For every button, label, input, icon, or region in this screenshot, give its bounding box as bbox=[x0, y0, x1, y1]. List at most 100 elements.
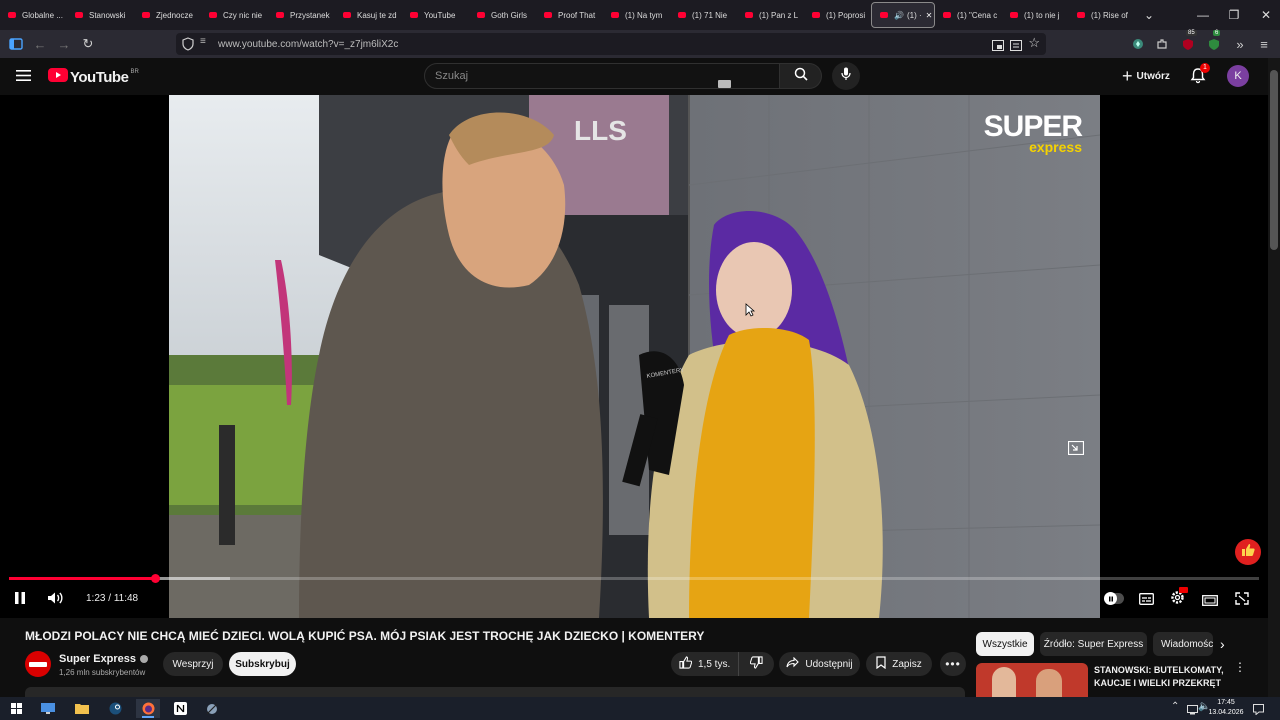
tab-2[interactable]: Zjednocze bbox=[134, 2, 201, 28]
youtube-favicon-icon bbox=[477, 12, 485, 18]
voice-search-button[interactable] bbox=[832, 62, 860, 90]
url-bar[interactable]: ≡ www.youtube.com/watch?v=_z7jm6liX2c ☆ bbox=[176, 33, 1046, 55]
search-button[interactable] bbox=[780, 63, 822, 89]
tab-13-active[interactable]: 🔊 (1) · ✕ bbox=[871, 2, 935, 28]
create-button[interactable]: + Utwórz bbox=[1116, 65, 1176, 87]
watermark-super: SUPER bbox=[983, 110, 1083, 143]
more-actions-button[interactable]: ••• bbox=[940, 652, 966, 676]
channel-name[interactable]: Super Express bbox=[59, 653, 136, 665]
tab-16[interactable]: (1) Rise of bbox=[1069, 2, 1136, 28]
share-label: Udostępnij bbox=[805, 658, 853, 670]
verified-check-icon bbox=[140, 655, 149, 663]
video-frame[interactable]: KOMENTERY LLS SUPER express bbox=[169, 95, 1100, 618]
more-tools-chevron-icon[interactable]: » bbox=[1228, 32, 1252, 56]
permissions-icon[interactable]: ≡ bbox=[200, 36, 206, 47]
chip-all[interactable]: Wszystkie bbox=[976, 632, 1034, 656]
settings-button[interactable] bbox=[1170, 587, 1188, 610]
ublock-extension-icon[interactable]: 85 bbox=[1176, 30, 1200, 56]
app-menu-icon[interactable]: ≡ bbox=[1252, 32, 1276, 56]
minimize-icon[interactable]: — bbox=[1186, 0, 1220, 30]
reload-icon[interactable]: ↻ bbox=[76, 32, 100, 56]
search-input[interactable]: Szukaj bbox=[424, 63, 780, 89]
share-button[interactable]: Udostępnij bbox=[779, 652, 860, 676]
list-all-tabs-icon[interactable]: ⌄ bbox=[1132, 0, 1166, 30]
windows-start-icon[interactable] bbox=[6, 699, 26, 718]
store-sign-text: LLS bbox=[574, 115, 627, 146]
sidebar-toggle-icon[interactable] bbox=[4, 32, 28, 56]
progress-played bbox=[9, 577, 156, 580]
tab-3[interactable]: Czy nic nie bbox=[201, 2, 268, 28]
tray-chevron-up-icon[interactable]: ⌃ bbox=[1171, 701, 1179, 712]
tab-5[interactable]: Kasuj te zd bbox=[335, 2, 402, 28]
steam-icon[interactable] bbox=[105, 699, 125, 718]
computer-app-icon[interactable] bbox=[38, 699, 58, 718]
video-player[interactable]: KOMENTERY LLS SUPER express 1:23 / 11:48 bbox=[0, 95, 1268, 618]
fullscreen-button[interactable] bbox=[1235, 592, 1249, 610]
progress-scrubber-handle[interactable] bbox=[150, 574, 160, 583]
channel-avatar[interactable] bbox=[25, 651, 51, 677]
back-icon[interactable]: ← bbox=[28, 32, 52, 56]
dislike-button[interactable] bbox=[739, 652, 773, 676]
tab-14[interactable]: (1) "Cena c bbox=[935, 2, 1002, 28]
tab-15[interactable]: (1) to nie j bbox=[1002, 2, 1069, 28]
restore-icon[interactable]: ❐ bbox=[1217, 0, 1251, 30]
page-scrollbar[interactable] bbox=[1268, 58, 1280, 697]
firefox-icon[interactable] bbox=[136, 699, 160, 718]
like-button[interactable]: 1,5 tys. bbox=[671, 652, 739, 676]
mute-button[interactable] bbox=[47, 591, 65, 610]
subscribe-button[interactable]: Subskrybuj bbox=[229, 652, 296, 676]
green-extension-icon[interactable]: 6 bbox=[1202, 30, 1226, 56]
like-count: 1,5 tys. bbox=[698, 658, 731, 670]
thumbs-up-extension-button[interactable] bbox=[1235, 539, 1261, 565]
chip-label: Źródło: Super Express bbox=[1043, 638, 1144, 650]
close-window-icon[interactable]: ✕ bbox=[1249, 0, 1280, 30]
tab-6[interactable]: YouTube bbox=[402, 2, 469, 28]
speaker-icon[interactable]: 🔊 bbox=[894, 11, 904, 20]
youtube-favicon-icon bbox=[209, 12, 217, 18]
theater-mode-button[interactable] bbox=[1202, 593, 1218, 611]
chip-source-super-express[interactable]: Źródło: Super Express bbox=[1040, 632, 1147, 656]
bookmark-star-icon[interactable]: ☆ bbox=[1028, 35, 1040, 51]
tab-0[interactable]: Globalne ... bbox=[0, 2, 67, 28]
clock[interactable]: 17:45 13.04.2026 bbox=[1205, 698, 1247, 718]
network-icon[interactable] bbox=[1187, 702, 1198, 720]
scrollbar-thumb[interactable] bbox=[1270, 70, 1278, 250]
notifications-center-icon[interactable] bbox=[1253, 702, 1264, 720]
file-explorer-icon[interactable] bbox=[72, 699, 92, 718]
clock-date: 13.04.2026 bbox=[1208, 709, 1244, 716]
reader-view-icon[interactable] bbox=[1010, 38, 1022, 56]
tab-12[interactable]: (1) Poprosi bbox=[804, 2, 871, 28]
chips-next-chevron-icon[interactable]: › bbox=[1220, 636, 1225, 652]
youtube-logo[interactable]: YouTube BR bbox=[48, 68, 139, 87]
notifications-button[interactable]: 1 bbox=[1190, 63, 1210, 89]
tab-10[interactable]: (1) 71 Nie bbox=[670, 2, 737, 28]
save-button[interactable]: Zapisz bbox=[866, 652, 932, 676]
subtitles-button[interactable] bbox=[1139, 592, 1154, 610]
extensions-puzzle-icon[interactable] bbox=[1150, 32, 1174, 56]
tab-9[interactable]: (1) Na tym bbox=[603, 2, 670, 28]
forward-icon[interactable]: → bbox=[52, 32, 76, 56]
satellite-app-icon[interactable] bbox=[202, 699, 222, 718]
keyboard-icon[interactable] bbox=[718, 73, 731, 97]
site-info-icon[interactable] bbox=[182, 37, 194, 56]
picture-in-picture-icon[interactable] bbox=[992, 38, 1004, 56]
play-pause-button[interactable] bbox=[14, 591, 26, 610]
chip-news[interactable]: Wiadomości bbox=[1153, 632, 1213, 656]
shield-extension-icon[interactable] bbox=[1126, 32, 1150, 56]
notion-icon[interactable] bbox=[170, 699, 190, 718]
tab-1[interactable]: Stanowski bbox=[67, 2, 134, 28]
tab-8[interactable]: Proof That bbox=[536, 2, 603, 28]
avatar[interactable]: K bbox=[1227, 65, 1249, 87]
support-button[interactable]: Wesprzyj bbox=[163, 652, 223, 676]
picture-in-picture-overlay-icon[interactable] bbox=[1067, 440, 1085, 460]
related-video-menu-icon[interactable]: ⋮ bbox=[1234, 661, 1246, 673]
tab-11[interactable]: (1) Pan z L bbox=[737, 2, 804, 28]
autoplay-toggle[interactable] bbox=[1104, 592, 1124, 605]
close-tab-icon[interactable]: ✕ bbox=[926, 11, 933, 20]
progress-bar[interactable] bbox=[9, 574, 1259, 583]
guide-menu-icon[interactable] bbox=[16, 69, 31, 87]
volume-icon bbox=[47, 592, 65, 609]
related-video-item[interactable]: STANOWSKI: BUTELKOMATY, KAUCJE I WIELKI … bbox=[976, 661, 1266, 697]
tab-4[interactable]: Przystanek bbox=[268, 2, 335, 28]
tab-7[interactable]: Goth Girls bbox=[469, 2, 536, 28]
